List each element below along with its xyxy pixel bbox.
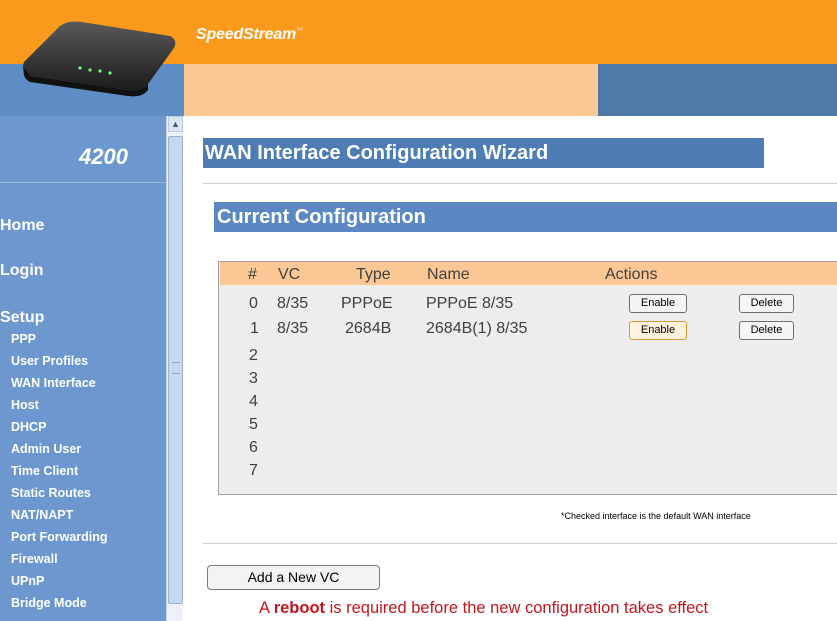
enable-button-row-1[interactable]: Enable [629, 321, 687, 340]
add-new-vc-button[interactable]: Add a New VC [207, 565, 380, 590]
default-wan-note: *Checked interface is the default WAN in… [561, 511, 751, 521]
sidebar-scrollbar[interactable]: ▲ [166, 116, 183, 621]
sidebar-item-upnp[interactable]: UPnP [11, 574, 44, 588]
table-header-row: # VC Type Name Actions [220, 262, 837, 285]
reboot-prefix: A [259, 599, 274, 617]
row-type: 2684B [345, 320, 392, 337]
model-number: 4200 [79, 144, 128, 169]
enable-button-row-0[interactable]: Enable [629, 294, 687, 313]
row-number: 2 [249, 347, 258, 364]
sidebar-item-login[interactable]: Login [0, 262, 44, 280]
delete-button-row-1[interactable]: Delete [739, 321, 794, 340]
row-vc: 8/35 [277, 320, 309, 337]
sidebar-item-host[interactable]: Host [11, 398, 39, 412]
brand-logo: SpeedStream™ [196, 26, 303, 44]
sidebar-item-ppp[interactable]: PPP [11, 332, 36, 346]
scroll-up-arrow-icon[interactable]: ▲ [168, 116, 183, 132]
reboot-suffix: is required before the new configuration… [325, 599, 709, 617]
page-title: WAN Interface Configuration Wizard [203, 138, 764, 168]
sidebar-item-wan-interface[interactable]: WAN Interface [11, 376, 96, 390]
sidebar-item-dhcp[interactable]: DHCP [11, 420, 46, 434]
vc-table: # VC Type Name Actions 0 8/35 PPPoE PPPo… [218, 261, 837, 495]
row-number: 3 [249, 370, 258, 387]
sidebar: 4200 Home Login Setup PPP User Profiles … [0, 116, 166, 621]
divider [203, 543, 837, 544]
sidebar-item-static-routes[interactable]: Static Routes [11, 486, 91, 500]
row-number: 6 [249, 439, 258, 456]
row-number: 1 [250, 320, 259, 337]
column-header-name: Name [427, 266, 470, 283]
sidebar-item-port-forwarding[interactable]: Port Forwarding [11, 530, 108, 544]
sidebar-item-nat-napt[interactable]: NAT/NAPT [11, 508, 73, 522]
sidebar-item-firewall[interactable]: Firewall [11, 552, 58, 566]
router-device-image [22, 21, 176, 97]
row-number: 4 [249, 393, 258, 410]
sidebar-item-admin-user[interactable]: Admin User [11, 442, 81, 456]
brand-trademark: ™ [296, 27, 303, 35]
column-header-type: Type [356, 266, 391, 283]
sidebar-item-home[interactable]: Home [0, 217, 44, 235]
row-name: PPPoE 8/35 [426, 295, 514, 312]
reboot-notice: A reboot is required before the new conf… [259, 599, 708, 618]
row-name: 2684B(1) 8/35 [426, 320, 528, 337]
section-title: Current Configuration [214, 202, 837, 232]
column-header-number: # [248, 266, 257, 283]
brand-name: SpeedStream [196, 26, 297, 43]
scrollbar-thumb[interactable] [168, 136, 183, 604]
delete-button-row-0[interactable]: Delete [739, 294, 794, 313]
row-number: 7 [249, 462, 258, 479]
row-vc: 8/35 [277, 295, 309, 312]
reboot-link[interactable]: reboot [274, 599, 325, 617]
sidebar-item-setup[interactable]: Setup [0, 309, 44, 327]
column-header-vc: VC [278, 266, 301, 283]
row-type: PPPoE [341, 295, 393, 312]
sidebar-item-user-profiles[interactable]: User Profiles [11, 354, 88, 368]
model-label: 4200 [0, 144, 166, 170]
header-accent-bar [598, 64, 837, 116]
sidebar-item-time-client[interactable]: Time Client [11, 464, 78, 478]
row-number: 5 [249, 416, 258, 433]
sidebar-item-bridge-mode[interactable]: Bridge Mode [11, 596, 87, 610]
sidebar-divider [0, 182, 166, 183]
row-number: 0 [249, 295, 258, 312]
scrollbar-grip-icon [172, 362, 180, 374]
column-header-actions: Actions [605, 266, 658, 283]
divider [203, 183, 837, 184]
